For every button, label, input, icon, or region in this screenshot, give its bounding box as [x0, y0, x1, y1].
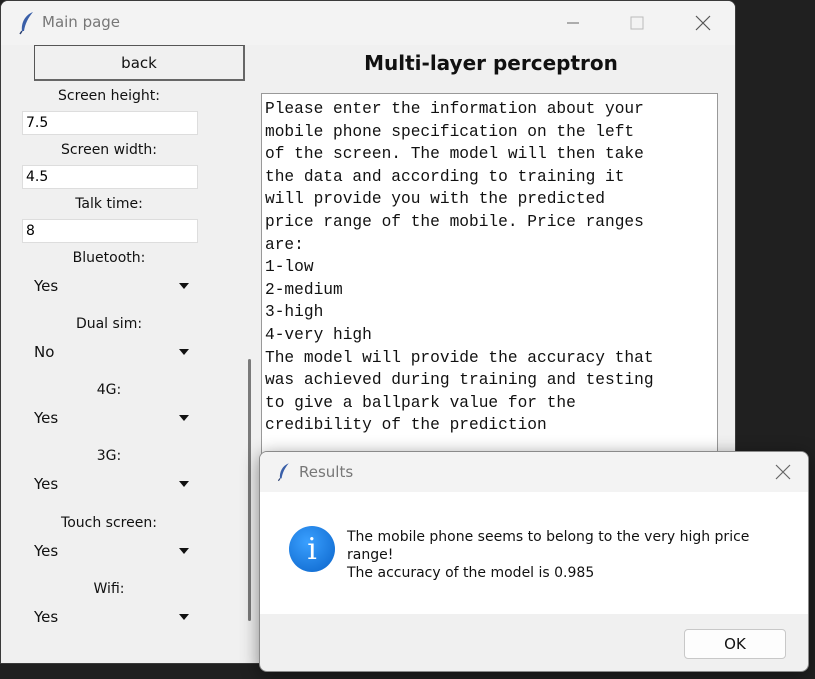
feather-icon — [277, 463, 289, 482]
minimize-button[interactable] — [541, 1, 605, 45]
dialog-titlebar: Results — [260, 452, 808, 492]
4g-dropdown[interactable]: Yes — [34, 407, 194, 431]
bluetooth-value: Yes — [34, 277, 59, 295]
dialog-message: The mobile phone seems to belong to the … — [347, 528, 787, 582]
screen-height-input[interactable]: 7.5 — [22, 111, 198, 135]
dual-sim-dropdown[interactable]: No — [34, 341, 194, 365]
dialog-body: i The mobile phone seems to belong to th… — [260, 492, 808, 614]
feather-icon — [19, 12, 33, 35]
instructions-textbox[interactable]: Please enter the information about your … — [261, 93, 718, 473]
maximize-icon — [630, 16, 644, 30]
back-button[interactable]: back — [34, 45, 245, 81]
touch-screen-value: Yes — [34, 542, 59, 560]
talk-time-input[interactable]: 8 — [22, 219, 198, 243]
4g-value: Yes — [34, 409, 59, 427]
touch-screen-dropdown[interactable]: Yes — [34, 540, 194, 564]
close-button[interactable] — [671, 1, 735, 45]
ok-button[interactable]: OK — [684, 629, 786, 659]
chevron-down-icon — [179, 349, 189, 355]
chevron-down-icon — [179, 481, 189, 487]
dual-sim-label: Dual sim: — [75, 316, 143, 332]
chevron-down-icon — [179, 548, 189, 554]
accuracy-message: The accuracy of the model is 0.985 — [347, 565, 595, 581]
3g-label: 3G: — [96, 448, 122, 464]
scrollbar[interactable] — [248, 359, 251, 621]
3g-value: Yes — [34, 475, 59, 493]
chevron-down-icon — [179, 415, 189, 421]
4g-label: 4G: — [96, 382, 122, 398]
info-icon: i — [289, 526, 335, 572]
touch-screen-label: Touch screen: — [61, 515, 157, 531]
chevron-down-icon — [179, 283, 189, 289]
page-title: Multi-layer perceptron — [364, 51, 618, 75]
input-panel: back Screen height: 7.5 Screen width: 4.… — [1, 45, 247, 663]
chevron-down-icon — [179, 614, 189, 620]
dialog-close-button[interactable] — [758, 452, 808, 492]
talk-time-label: Talk time: — [75, 196, 143, 212]
minimize-icon — [567, 22, 579, 24]
titlebar: Main page — [1, 1, 735, 45]
wifi-label: Wifi: — [93, 581, 125, 597]
window-title: Main page — [42, 13, 121, 31]
result-message: The mobile phone seems to belong to the … — [347, 529, 750, 563]
wifi-value: Yes — [34, 608, 59, 626]
dialog-title: Results — [299, 463, 354, 481]
bluetooth-label: Bluetooth: — [72, 250, 146, 266]
screen-width-input[interactable]: 4.5 — [22, 165, 198, 189]
screen-width-label: Screen width: — [61, 142, 157, 158]
screen-height-label: Screen height: — [58, 88, 160, 104]
3g-dropdown[interactable]: Yes — [34, 473, 194, 497]
wifi-dropdown[interactable]: Yes — [34, 606, 194, 630]
dual-sim-value: No — [34, 343, 55, 361]
bluetooth-dropdown[interactable]: Yes — [34, 275, 194, 299]
results-dialog: Results i The mobile phone seems to belo… — [259, 451, 809, 672]
maximize-button[interactable] — [605, 1, 669, 45]
close-icon — [775, 464, 791, 480]
close-icon — [695, 15, 711, 31]
